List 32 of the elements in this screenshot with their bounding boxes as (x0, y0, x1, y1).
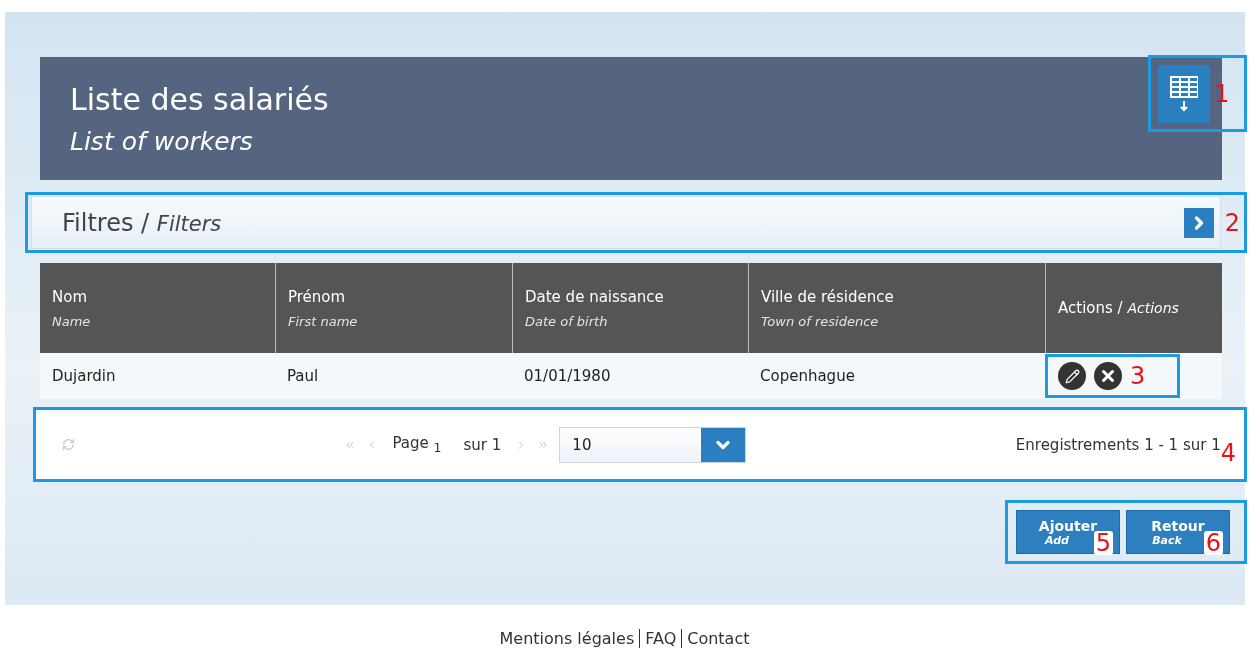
filters-title: Filtres / Filters (62, 208, 222, 237)
footer-link[interactable]: Mentions légales (494, 629, 640, 648)
page-title: Liste des salariés (70, 81, 329, 117)
edit-button[interactable] (1058, 362, 1086, 390)
close-icon (1099, 367, 1117, 385)
column-header: Actions / Actions (1045, 263, 1222, 353)
table-cell: Copenhague (748, 353, 1045, 399)
callout-number: 2 (1224, 210, 1240, 235)
expand-button[interactable] (1183, 207, 1214, 238)
page-subtitle: List of workers (70, 126, 253, 156)
page-size-select[interactable]: 10 (559, 426, 747, 463)
records-info: Enregistrements 1 - 1 sur 1 (1015, 435, 1221, 454)
export-button[interactable] (1158, 64, 1210, 123)
table-cell: Dujardin (40, 353, 275, 399)
callout-number: 5 (1093, 531, 1113, 555)
callout-number: 3 (1130, 364, 1146, 388)
column-header: Prénom First name (275, 263, 512, 353)
footer-link[interactable]: Contact (681, 629, 755, 648)
column-header: Ville de résidence Town of residence (748, 263, 1045, 353)
page-label: Page $_{1}$ (392, 434, 442, 455)
callout-number: 6 (1203, 531, 1223, 555)
footer-link[interactable]: FAQ (639, 629, 682, 648)
column-header: Date de naissance Date of birth (512, 263, 748, 353)
column-header: Nom Name (40, 263, 275, 353)
table-cell: 01/01/1980 (512, 353, 748, 399)
delete-button[interactable] (1094, 362, 1122, 390)
callout-number: 4 (1220, 440, 1236, 465)
refresh-icon (62, 438, 75, 451)
table-download-icon (1169, 74, 1199, 113)
table-cell: Paul (275, 353, 512, 399)
page-count: sur 1 (463, 435, 502, 454)
pencil-icon (1064, 368, 1080, 384)
